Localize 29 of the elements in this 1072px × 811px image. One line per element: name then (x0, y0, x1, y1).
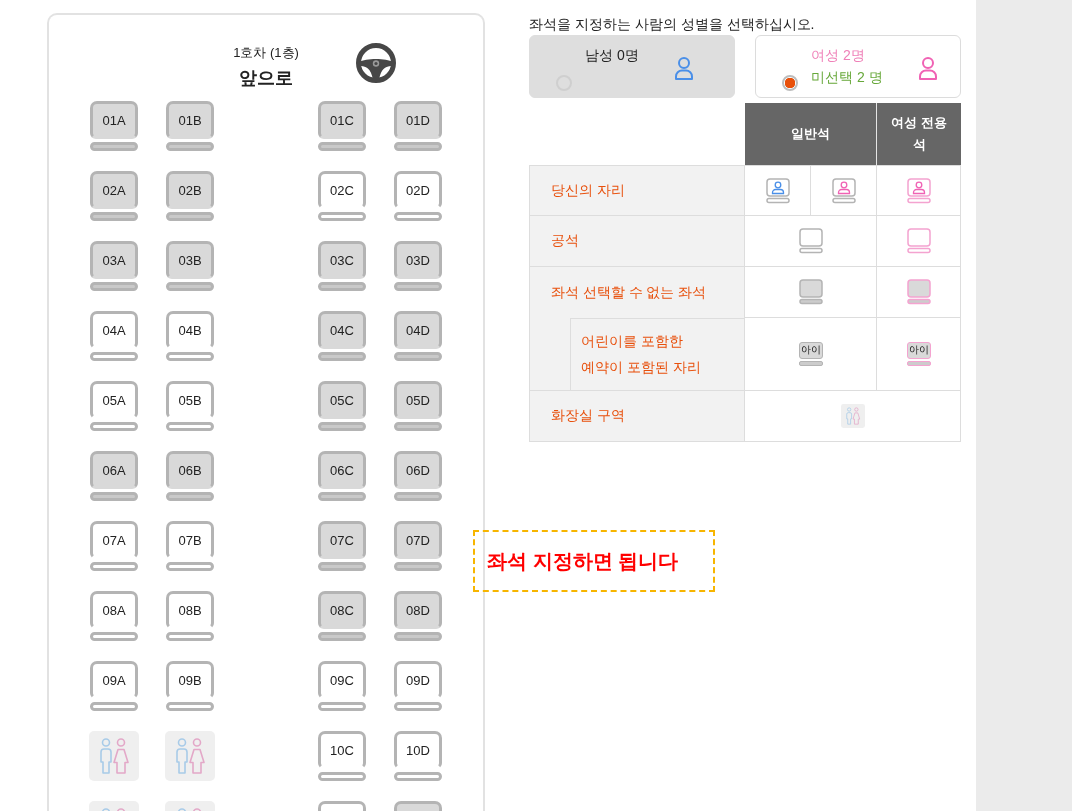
seat-icon (798, 279, 823, 305)
person-icon (917, 55, 938, 80)
seat-icon (906, 228, 931, 254)
legend-header: 일반석 (745, 103, 877, 165)
restroom-icon (89, 731, 139, 781)
legend-label: 어린이를 포함한 예약이 포함된 자리 (570, 318, 744, 390)
restroom-icon (840, 404, 865, 428)
steering-wheel-icon (356, 43, 396, 83)
legend-header: 여성 전용 석 (877, 103, 961, 165)
person-seat-icon (765, 177, 790, 204)
seat-icon (906, 279, 931, 305)
radio-button[interactable] (782, 75, 798, 91)
person-icon (673, 55, 694, 80)
gender-prompt: 좌석을 지정하는 사람의 성별을 선택하십시오. (529, 15, 816, 34)
restroom-icon (165, 731, 215, 781)
gender-option[interactable]: 남성 0명 (529, 35, 735, 98)
legend-label: 좌석 선택할 수 없는 좌석 (529, 267, 745, 318)
unselected-count-label: 미선택 2 명 (811, 68, 883, 87)
gender-count-label: 여성 2명 (811, 46, 866, 65)
person-seat-icon (831, 177, 856, 204)
direction-label: 앞으로 (239, 67, 293, 90)
seat-icon (798, 228, 823, 254)
legend-label: 화장실 구역 (529, 391, 745, 442)
person-seat-icon (906, 177, 931, 204)
annotation-note: 좌석 지정하면 됩니다 (473, 530, 715, 592)
car-title: 1호차 (1층) (233, 44, 299, 62)
legend-label: 당신의 자리 (529, 165, 745, 216)
legend-label: 공석 (529, 216, 745, 267)
gender-count-label: 남성 0명 (585, 46, 639, 65)
